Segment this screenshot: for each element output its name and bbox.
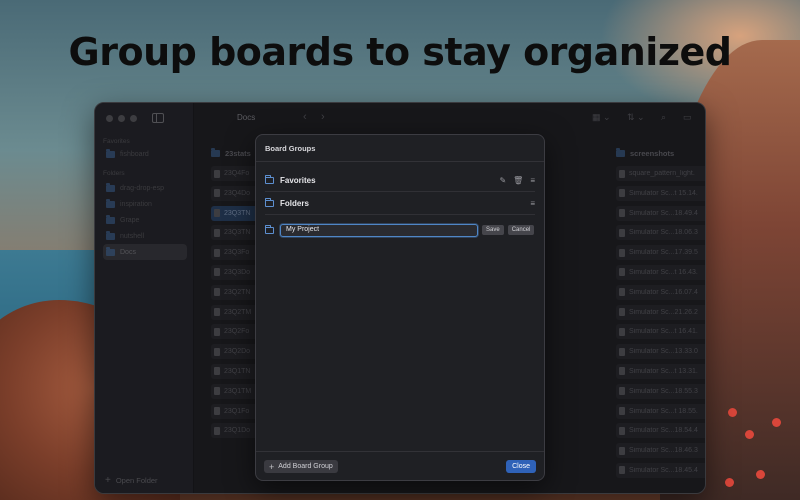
- background-flower: [725, 478, 734, 487]
- group-row-new: My Project Save Cancel: [265, 219, 535, 241]
- group-name-input[interactable]: My Project: [280, 223, 478, 237]
- folder-icon: [265, 198, 274, 207]
- cancel-button[interactable]: Cancel: [507, 225, 535, 235]
- save-button[interactable]: Save: [482, 225, 504, 235]
- board-groups-dialog: Board Groups Favorites ✎ 🗑 ≡ Folders ≡ M…: [255, 134, 545, 481]
- drag-handle-icon[interactable]: ≡: [530, 199, 535, 208]
- close-button[interactable]: Close: [506, 460, 536, 473]
- pencil-icon[interactable]: ✎: [499, 176, 506, 185]
- group-label: Favorites: [280, 176, 316, 185]
- background-flower: [745, 430, 754, 439]
- background-flower: [728, 408, 737, 417]
- folder-star-icon: [265, 175, 274, 184]
- background-flower: [756, 470, 765, 479]
- background-flower: [772, 418, 781, 427]
- dialog-title: Board Groups: [265, 144, 316, 153]
- group-row-folders[interactable]: Folders ≡: [265, 193, 535, 215]
- trash-icon[interactable]: 🗑: [513, 176, 523, 185]
- add-board-group-button[interactable]: + Add Board Group: [264, 460, 338, 473]
- headline: Group boards to stay organized: [68, 30, 732, 74]
- divider: [256, 451, 544, 452]
- folder-icon: [265, 224, 274, 234]
- divider: [256, 161, 544, 162]
- group-row-favorites[interactable]: Favorites ✎ 🗑 ≡: [265, 170, 535, 192]
- drag-handle-icon[interactable]: ≡: [530, 176, 535, 185]
- add-board-group-label: Add Board Group: [278, 463, 333, 470]
- plus-icon: +: [269, 461, 275, 472]
- group-label: Folders: [280, 199, 309, 208]
